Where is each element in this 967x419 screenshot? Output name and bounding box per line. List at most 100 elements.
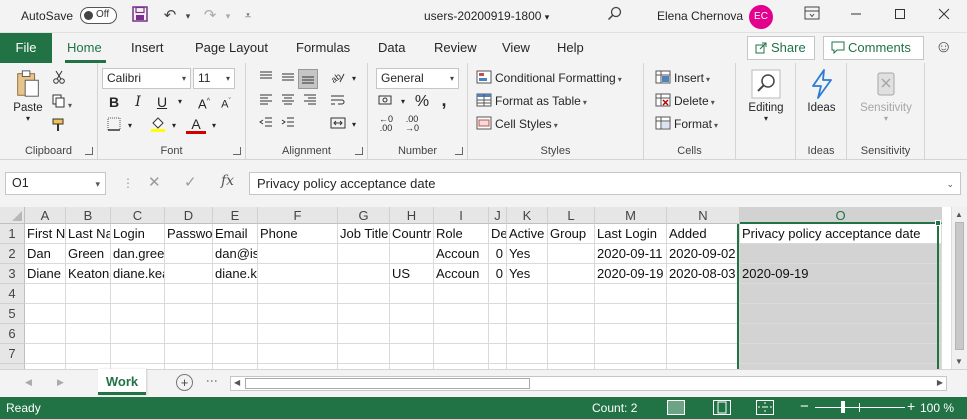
undo-icon[interactable]: ↶ [160,6,180,26]
table-cell[interactable]: Dep [489,224,507,244]
table-cell[interactable]: Added [667,224,740,244]
expand-formula-bar-icon[interactable]: ⌄ [946,174,954,195]
wrap-text-icon[interactable] [328,92,348,112]
table-cell[interactable] [548,304,595,324]
align-left-icon[interactable] [256,92,276,112]
column-header-d[interactable]: D [165,207,213,224]
tab-help[interactable]: Help [557,40,584,55]
column-header-a[interactable]: A [25,207,66,224]
table-cell[interactable] [258,244,338,264]
table-cell[interactable] [25,304,66,324]
redo-dropdown-icon[interactable]: ▾ [218,6,238,26]
clipboard-launcher-icon[interactable] [85,147,93,155]
table-cell[interactable] [165,244,213,264]
table-cell[interactable] [390,284,434,304]
table-cell[interactable] [548,244,595,264]
tab-review[interactable]: Review [434,40,477,55]
table-cell[interactable] [595,284,667,304]
horizontal-scroll-thumb[interactable] [245,378,530,389]
table-cell[interactable]: 0 [489,244,507,264]
table-cell[interactable]: 0 [489,264,507,284]
table-cell[interactable] [507,324,548,344]
paste-button[interactable]: Paste ▾ [8,69,48,123]
table-cell[interactable] [66,284,111,304]
underline-dropdown-icon[interactable]: ▾ [170,92,190,112]
copy-icon[interactable]: ▾ [52,94,72,111]
merge-dropdown-icon[interactable]: ▾ [344,115,364,135]
table-cell[interactable]: Job Title [338,224,390,244]
table-cell[interactable] [548,344,595,364]
table-cell[interactable]: Phone [258,224,338,244]
table-cell[interactable] [338,284,390,304]
column-header-k[interactable]: K [507,207,548,224]
table-cell[interactable]: Last Login [595,224,667,244]
table-cell[interactable] [66,324,111,344]
table-cell[interactable] [595,324,667,344]
add-sheet-icon[interactable]: + [176,374,193,391]
zoom-out-icon[interactable]: − [800,398,809,415]
scroll-left-icon[interactable]: ◀ [234,378,240,387]
tab-home[interactable]: Home [67,40,102,55]
table-cell[interactable] [667,304,740,324]
table-cell[interactable] [489,284,507,304]
table-cell[interactable] [258,344,338,364]
editing-button[interactable]: Editing ▾ [740,69,792,123]
table-cell[interactable] [66,304,111,324]
feedback-smiley-icon[interactable]: ☺ [935,37,952,57]
table-cell[interactable] [258,284,338,304]
fill-handle[interactable] [935,220,941,226]
align-middle-icon[interactable] [278,69,298,89]
bold-icon[interactable]: B [104,92,124,112]
table-cell[interactable] [507,304,548,324]
table-cell[interactable]: dan.green [111,244,165,264]
search-icon[interactable] [604,6,624,26]
column-header-e[interactable]: E [213,207,258,224]
table-cell[interactable] [111,324,165,344]
increase-indent-icon[interactable] [278,115,298,135]
table-cell[interactable] [390,344,434,364]
sheet-tab-active[interactable]: Work [98,369,146,395]
table-cell[interactable]: Email [213,224,258,244]
increase-font-icon[interactable]: A^ [194,92,214,112]
delete-cells-button[interactable]: Delete ▾ [655,93,715,108]
row-header[interactable]: 4 [0,284,25,304]
ideas-button[interactable]: Ideas [798,69,845,114]
vertical-scrollbar[interactable]: ▲ ▼ [951,207,967,369]
borders-dropdown-icon[interactable]: ▾ [120,116,140,136]
row-header[interactable]: 5 [0,304,25,324]
save-icon[interactable] [130,6,150,26]
scroll-right-icon[interactable]: ▶ [937,378,943,387]
table-cell[interactable]: 2020-09-19 [740,264,942,284]
table-cell[interactable] [338,344,390,364]
align-center-icon[interactable] [278,92,298,112]
table-cell[interactable] [165,264,213,284]
row-header[interactable]: 7 [0,344,25,364]
zoom-slider-knob[interactable] [841,401,845,413]
column-header-c[interactable]: C [111,207,165,224]
zoom-slider[interactable] [815,401,905,413]
column-header-g[interactable]: G [338,207,390,224]
table-cell[interactable] [165,344,213,364]
table-cell[interactable] [390,304,434,324]
table-cell[interactable]: US [390,264,434,284]
row-header[interactable]: 1 [0,224,25,244]
decrease-decimal-icon[interactable]: .00 →0 [402,115,422,135]
table-cell[interactable] [338,244,390,264]
row-header[interactable]: 2 [0,244,25,264]
table-cell[interactable] [25,284,66,304]
table-cell[interactable]: 2020-08-03 [667,264,740,284]
table-cell[interactable] [667,284,740,304]
table-cell[interactable] [25,324,66,344]
column-header-b[interactable]: B [66,207,111,224]
table-cell[interactable] [213,344,258,364]
scroll-up-icon[interactable]: ▲ [955,210,963,219]
table-cell[interactable]: Accoun [434,264,489,284]
table-cell[interactable]: Yes [507,244,548,264]
table-cell[interactable] [213,284,258,304]
table-cell[interactable]: Passwo [165,224,213,244]
accounting-dropdown-icon[interactable]: ▾ [393,92,413,112]
table-cell[interactable]: Dan [25,244,66,264]
column-header-m[interactable]: M [595,207,667,224]
table-cell[interactable] [338,264,390,284]
cut-icon[interactable] [52,70,66,87]
